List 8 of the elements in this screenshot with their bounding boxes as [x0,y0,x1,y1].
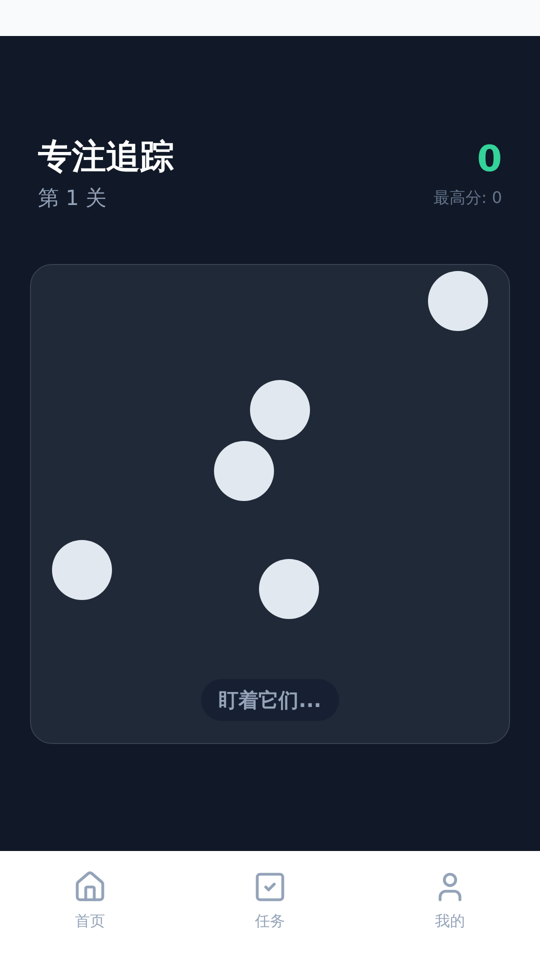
nav-tab[interactable]: 任务 [180,851,360,960]
nav-tab[interactable]: 我的 [360,851,540,960]
game-title: 专注追踪 [38,136,174,178]
best-score: 最高分: 0 [433,187,502,209]
score-value: 0 [476,138,502,182]
nav-tab[interactable]: 首页 [0,851,180,960]
level-label: 第 1 关 [38,184,108,212]
hint-label: 盯着它们... [200,679,340,721]
